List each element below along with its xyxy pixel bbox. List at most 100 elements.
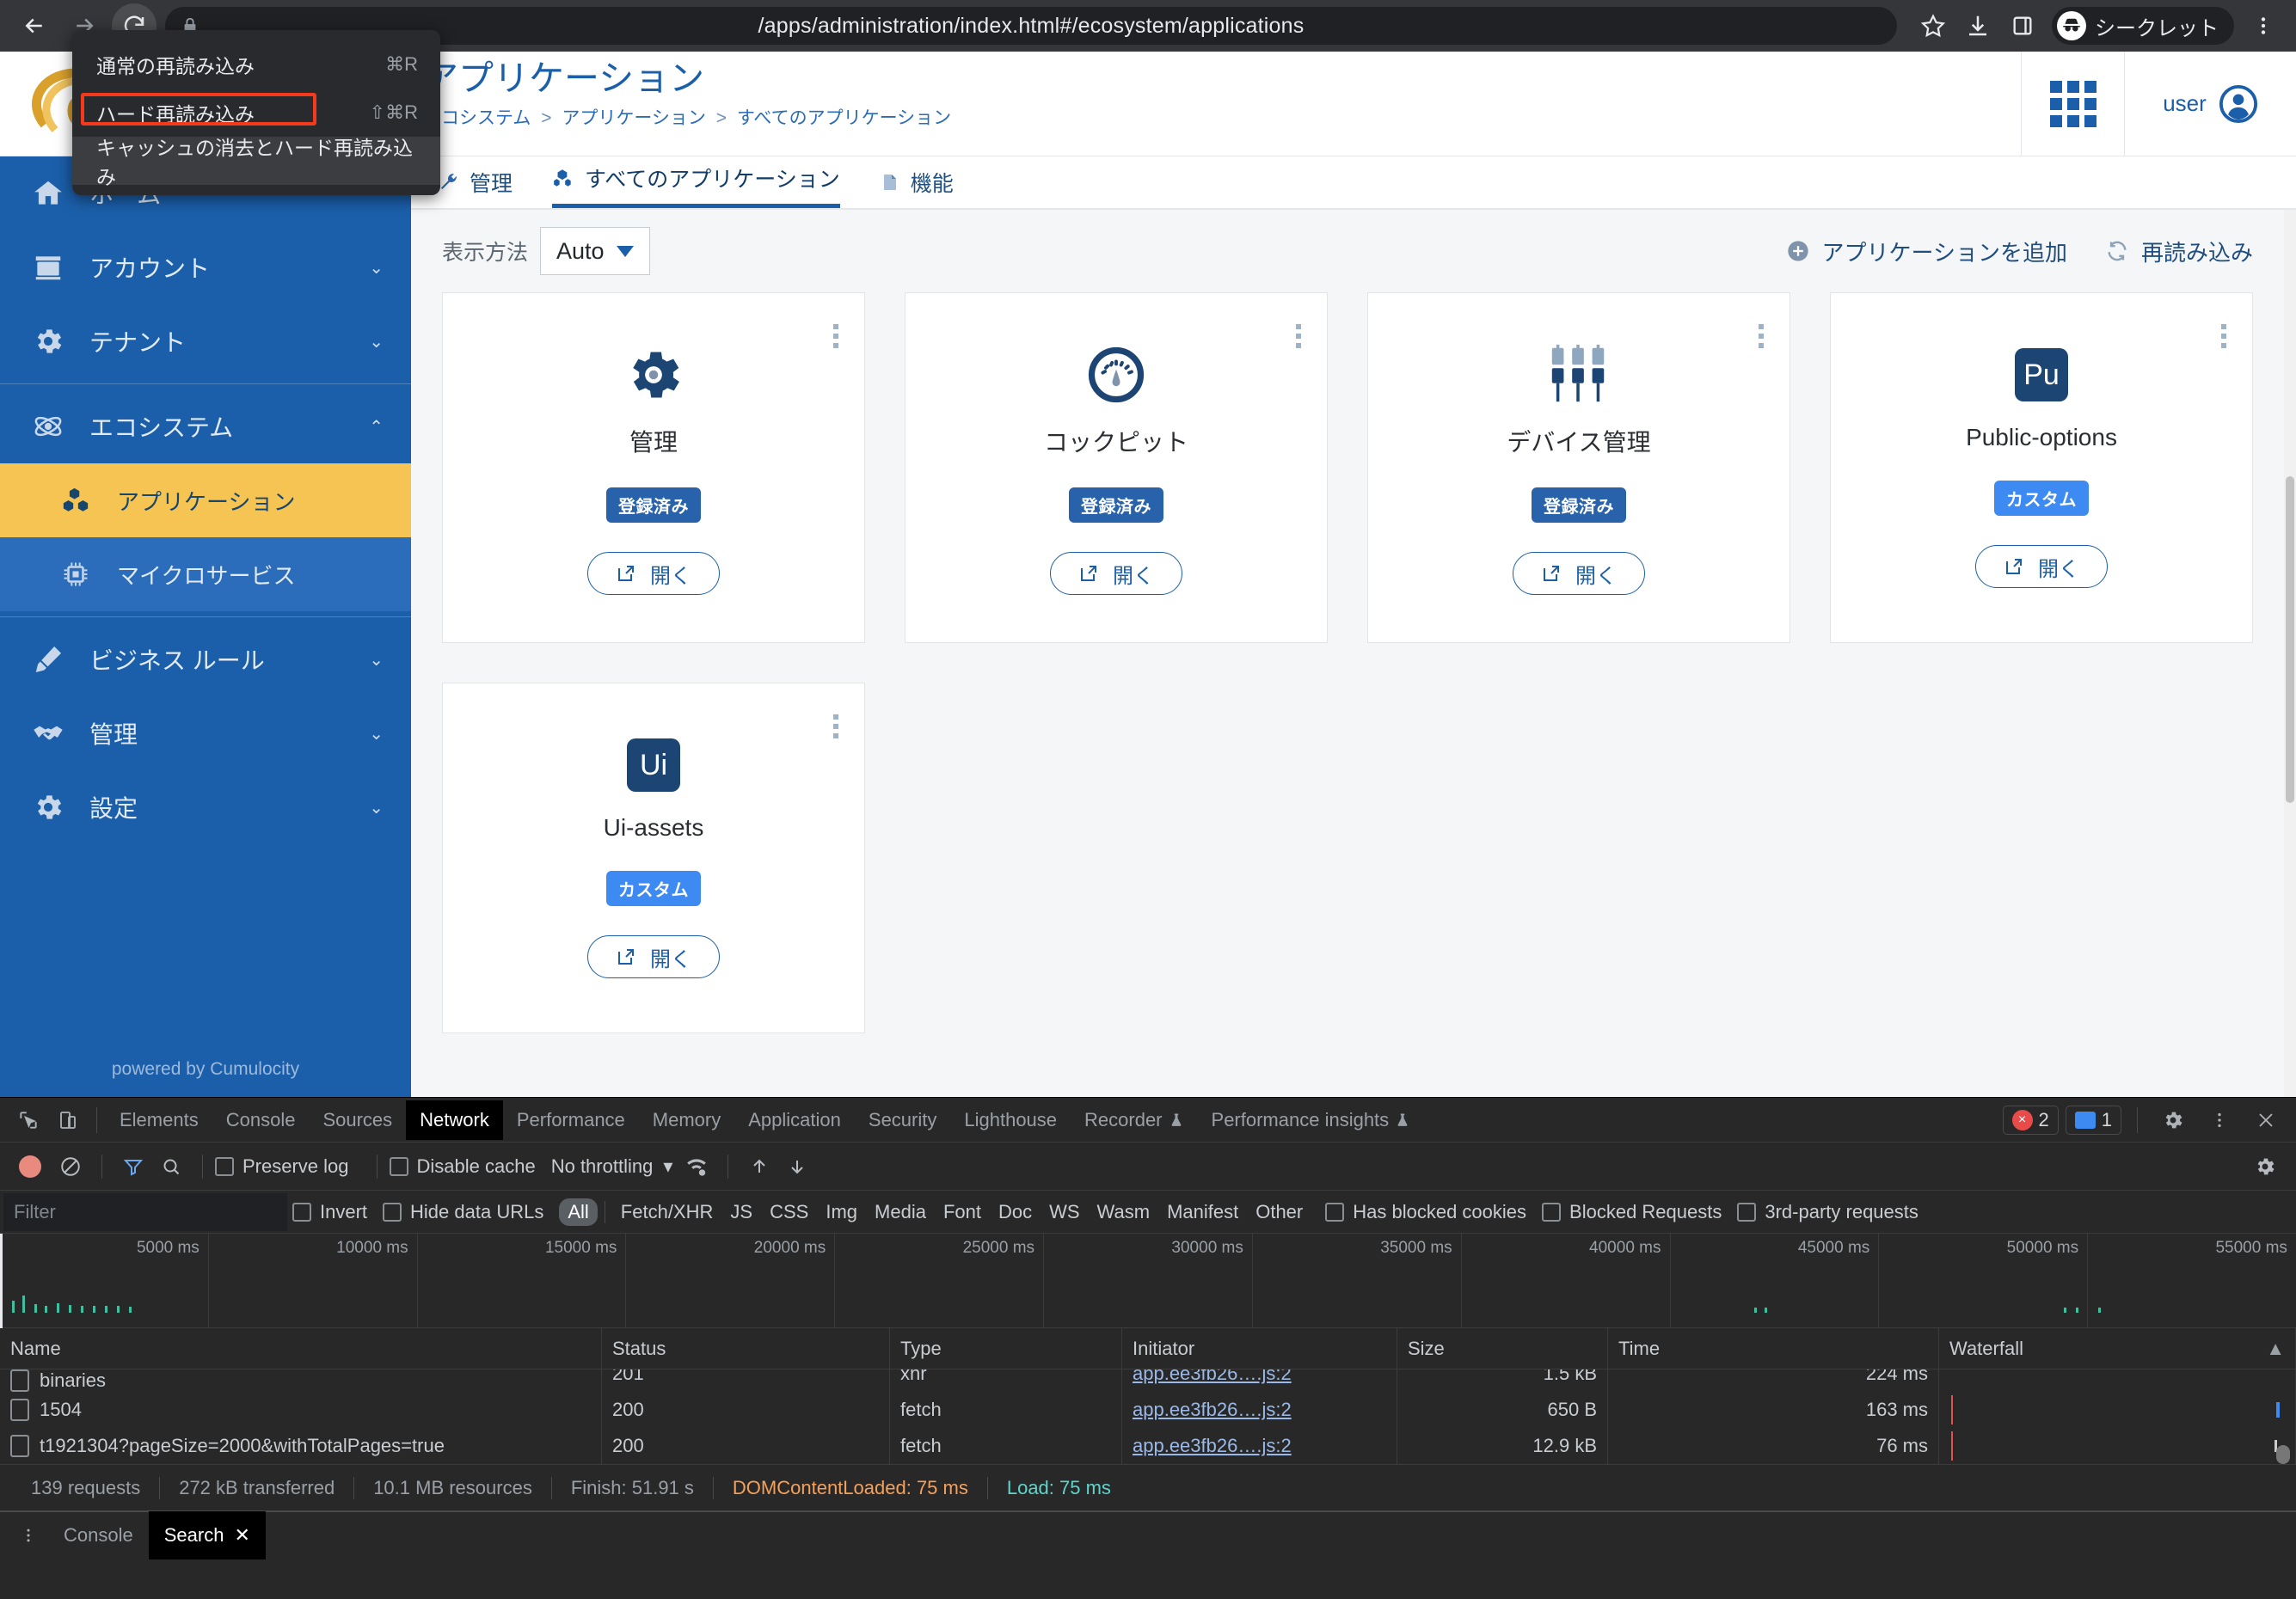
tab-all-applications[interactable]: すべてのアプリケーション — [552, 162, 840, 208]
open-application-button[interactable]: 開く — [1975, 545, 2108, 588]
filter-type-other[interactable]: Other — [1247, 1198, 1311, 1226]
page-scrollbar[interactable] — [2284, 210, 2296, 1097]
devtools-tab-lighthouse[interactable]: Lighthouse — [950, 1100, 1071, 1140]
devtools-tab-performance-insights[interactable]: Performance insights — [1198, 1100, 1425, 1140]
open-application-button[interactable]: 開く — [1050, 552, 1182, 595]
card-menu-icon[interactable] — [833, 324, 838, 348]
sidebar-item-settings[interactable]: 設定 ⌄ — [0, 770, 411, 844]
open-application-button[interactable]: 開く — [587, 552, 720, 595]
application-card[interactable]: Pu Public-options カスタム 開く — [1830, 292, 2253, 643]
filter-type-js[interactable]: JS — [721, 1198, 761, 1226]
drawer-tab-console[interactable]: Console — [48, 1511, 149, 1559]
network-settings-button[interactable] — [2246, 1148, 2284, 1185]
back-button[interactable] — [12, 3, 57, 48]
clear-button[interactable] — [52, 1148, 89, 1185]
network-conditions-button[interactable] — [678, 1148, 715, 1185]
request-initiator[interactable]: app.ee3fb26….js:2 — [1122, 1392, 1397, 1428]
chrome-menu-button[interactable] — [2243, 5, 2284, 46]
filter-type-ws[interactable]: WS — [1041, 1198, 1088, 1226]
card-menu-icon[interactable] — [2221, 324, 2226, 348]
filter-type-media[interactable]: Media — [866, 1198, 935, 1226]
column-header-name[interactable]: Name — [0, 1327, 602, 1369]
column-header-waterfall[interactable]: Waterfall ▲ — [1939, 1327, 2296, 1369]
bookmark-button[interactable] — [1912, 5, 1954, 46]
sidebar-item-tenant[interactable]: テナント ⌄ — [0, 304, 411, 378]
disable-cache-checkbox[interactable]: Disable cache — [389, 1155, 536, 1178]
open-application-button[interactable]: 開く — [1513, 552, 1645, 595]
preserve-log-checkbox[interactable]: Preserve log — [215, 1155, 349, 1178]
search-button[interactable] — [152, 1148, 190, 1185]
column-header-size[interactable]: Size — [1397, 1327, 1608, 1369]
sidebar-item-ecosystem[interactable]: エコシステム ⌃ — [0, 389, 411, 463]
drawer-tab-search[interactable]: Search ✕ — [148, 1511, 266, 1559]
devtools-tab-network[interactable]: Network — [406, 1100, 503, 1140]
application-card[interactable]: Ui Ui-assets カスタム 開く — [442, 683, 865, 1033]
application-card[interactable]: コックピット 登録済み 開く — [905, 292, 1328, 643]
sidebar-item-account[interactable]: アカウント ⌄ — [0, 230, 411, 304]
reload-context-menu[interactable]: 通常の再読み込み ⌘R ハード再読み込み ⇧⌘R キャッシュの消去とハード再読み… — [72, 30, 440, 195]
breadcrumb-item-2[interactable]: すべてのアプリケーション — [737, 108, 951, 128]
sidebar-item-business-rules[interactable]: ビジネス ルール ⌄ — [0, 622, 411, 696]
column-header-type[interactable]: Type — [890, 1327, 1122, 1369]
sidebar-item-applications[interactable]: アプリケーション — [0, 463, 411, 537]
filter-type-manifest[interactable]: Manifest — [1158, 1198, 1247, 1226]
scrollbar-thumb[interactable] — [2286, 476, 2294, 803]
devtools-tab-elements[interactable]: Elements — [106, 1100, 212, 1140]
filter-type-font[interactable]: Font — [935, 1198, 990, 1226]
sort-ascending-icon[interactable]: ▲ — [2266, 1328, 2285, 1369]
column-header-initiator[interactable]: Initiator — [1122, 1327, 1397, 1369]
devtools-tab-console[interactable]: Console — [212, 1100, 310, 1140]
app-switcher-button[interactable] — [2021, 52, 2124, 156]
application-card[interactable]: デバイス管理 登録済み 開く — [1367, 292, 1790, 643]
third-party-requests-checkbox[interactable]: 3rd-party requests — [1737, 1201, 1918, 1223]
devtools-tab-sources[interactable]: Sources — [309, 1100, 406, 1140]
downloads-button[interactable] — [1957, 5, 1998, 46]
device-toolbar-button[interactable] — [48, 1100, 88, 1140]
filter-type-css[interactable]: CSS — [761, 1198, 817, 1226]
menu-item-normal-reload[interactable]: 通常の再読み込み ⌘R — [72, 40, 440, 89]
table-row[interactable]: binaries 201 xhr app.ee3fb26….js:2 1.5 k… — [0, 1369, 2296, 1392]
devtools-tab-performance[interactable]: Performance — [503, 1100, 639, 1140]
hide-data-urls-checkbox[interactable]: Hide data URLs — [383, 1201, 543, 1223]
table-row[interactable]: 1504 200 fetch app.ee3fb26….js:2 650 B 1… — [0, 1392, 2296, 1428]
devtools-close-button[interactable] — [2246, 1100, 2286, 1140]
close-icon[interactable]: ✕ — [234, 1511, 249, 1559]
network-overview-timeline[interactable]: 5000 ms 10000 ms 15000 ms 20000 ms 25000… — [0, 1234, 2296, 1328]
inspect-element-button[interactable] — [9, 1100, 48, 1140]
filter-type-doc[interactable]: Doc — [990, 1198, 1041, 1226]
menu-item-empty-cache-and-hard-reload[interactable]: キャッシュの消去とハード再読み込み — [72, 137, 440, 188]
has-blocked-cookies-checkbox[interactable]: Has blocked cookies — [1325, 1201, 1526, 1223]
record-button[interactable] — [19, 1155, 41, 1178]
filter-toggle-button[interactable] — [114, 1148, 152, 1185]
open-application-button[interactable]: 開く — [587, 935, 720, 978]
application-card[interactable]: 管理 登録済み 開く — [442, 292, 865, 643]
table-row[interactable]: t1921304?pageSize=2000&withTotalPages=tr… — [0, 1428, 2296, 1464]
throttling-select[interactable]: No throttling ▾ — [551, 1155, 673, 1178]
breadcrumb-item-1[interactable]: アプリケーション — [562, 108, 706, 128]
filter-type-img[interactable]: Img — [817, 1198, 866, 1226]
tab-features[interactable]: 機能 — [880, 167, 954, 208]
devtools-more-button[interactable] — [2200, 1100, 2239, 1140]
initiator-link[interactable]: app.ee3fb26….js:2 — [1133, 1399, 1292, 1420]
filter-input[interactable] — [3, 1192, 287, 1231]
filter-type-wasm[interactable]: Wasm — [1089, 1198, 1159, 1226]
user-menu-button[interactable]: user — [2124, 52, 2296, 156]
devtools-tab-recorder[interactable]: Recorder — [1071, 1100, 1197, 1140]
info-count-badge[interactable]: 1 — [2065, 1105, 2121, 1135]
column-header-time[interactable]: Time — [1608, 1327, 1939, 1369]
devtools-tab-application[interactable]: Application — [734, 1100, 855, 1140]
card-menu-icon[interactable] — [1759, 324, 1764, 348]
export-har-button[interactable] — [778, 1148, 816, 1185]
filter-type-all[interactable]: All — [559, 1198, 598, 1226]
error-count-badge[interactable]: × 2 — [2002, 1105, 2059, 1135]
row-checkbox[interactable] — [10, 1435, 29, 1457]
invert-checkbox[interactable]: Invert — [292, 1201, 367, 1223]
tab-management[interactable]: 管理 — [437, 167, 513, 208]
side-panel-button[interactable] — [2002, 5, 2043, 46]
card-menu-icon[interactable] — [1296, 324, 1301, 348]
sidebar-item-administration[interactable]: 管理 ⌄ — [0, 696, 411, 770]
card-menu-icon[interactable] — [833, 714, 838, 738]
devtools-settings-button[interactable] — [2153, 1100, 2193, 1140]
import-har-button[interactable] — [740, 1148, 778, 1185]
add-application-button[interactable]: アプリケーションを追加 — [1786, 236, 2067, 267]
